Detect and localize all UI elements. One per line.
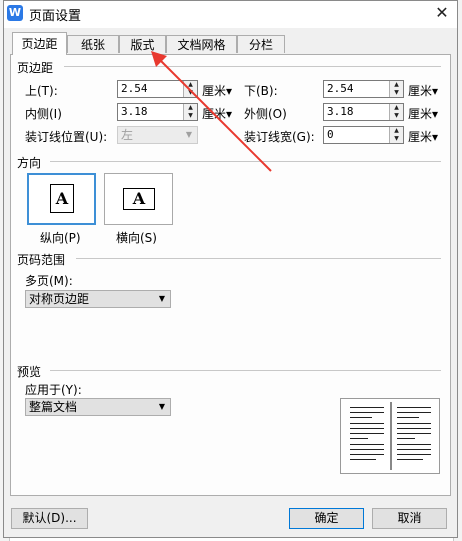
annotation-arrow	[151, 51, 272, 172]
tab-margins[interactable]: 页边距	[12, 32, 67, 55]
annotation-arrow-line	[157, 57, 272, 172]
